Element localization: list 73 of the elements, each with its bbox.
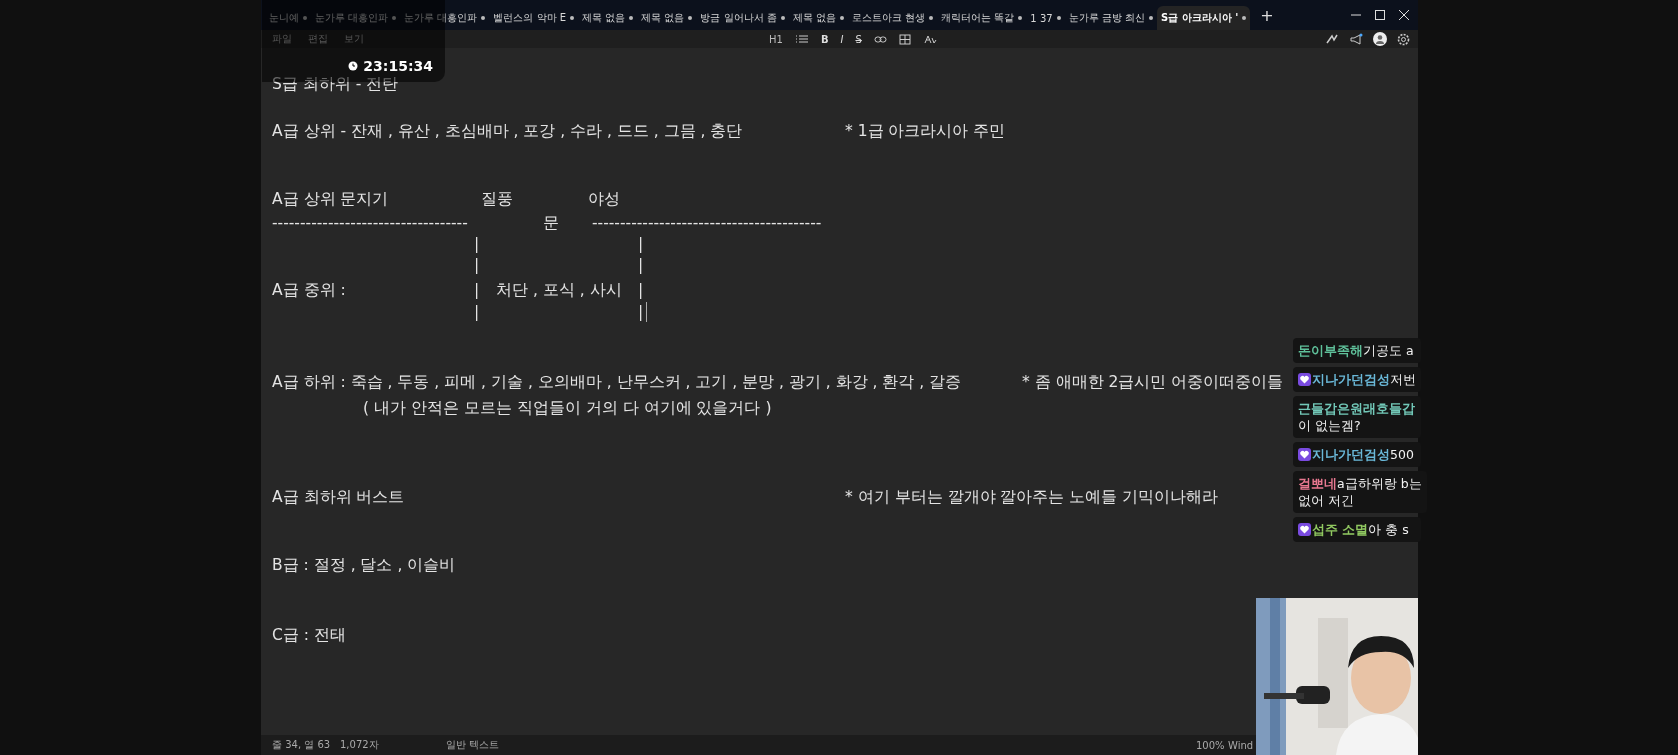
list-icon[interactable] — [794, 34, 809, 44]
cursor-position: 줄 34, 열 63 — [272, 738, 332, 752]
text-line: | — [638, 235, 644, 253]
tab[interactable]: 캐릭터어는 똑같 — [937, 6, 1027, 30]
text-line: ----------------------------------------- — [592, 214, 822, 232]
file-format: 일반 텍스트 — [446, 738, 501, 752]
text-line: 문 — [543, 212, 560, 234]
text-line: | — [474, 256, 481, 274]
avatar-icon[interactable] — [1373, 32, 1387, 46]
tab[interactable]: S급 아크라시아 ' — [1157, 6, 1251, 30]
table-icon[interactable] — [898, 33, 911, 45]
italic-button[interactable]: I — [840, 33, 844, 45]
text-line: * 좀 애매한 2급시민 어중이떠중이들 — [1022, 371, 1284, 393]
chat-username[interactable]: 섭주 소멸 — [1312, 522, 1369, 537]
chat-text: 없어 저긴 — [1298, 492, 1355, 509]
chat-text: 기공도 a — [1363, 343, 1414, 358]
text-line: | — [474, 281, 481, 299]
close-icon[interactable] — [1398, 9, 1410, 21]
text-line: | — [474, 303, 481, 321]
tab[interactable]: 방금 일어나서 좀 — [696, 6, 789, 30]
tab[interactable]: 눈가루 대흥인파 — [400, 6, 490, 30]
tab[interactable]: 제목 없음 — [578, 6, 638, 30]
text-line: A급 상위 - 잔재 , 유산 , 초심배마 , 포강 , 수라 , 드드 , 그믐 , 충단 — [272, 120, 744, 142]
tab[interactable]: 눈가루 대흥인파 — [311, 6, 401, 30]
spellcheck-icon[interactable] — [922, 33, 937, 45]
heading-button[interactable]: H1 — [769, 33, 783, 45]
clock-icon[interactable] — [348, 61, 359, 71]
text-line: A급 하위 : 죽습 , 두동 , 피메 , 기술 , 오의배마 , 난무스커 , 고기 , 분망 , 광기 , 화강 , 환각 , 갈증 — [272, 371, 963, 393]
tab[interactable]: 벨런스의 악마 E — [489, 6, 579, 30]
text-line: 야성 — [588, 188, 620, 210]
megaphone-icon[interactable] — [1349, 33, 1363, 45]
chat-text: 이 없는겜? — [1298, 417, 1362, 434]
new-tab-button[interactable]: + — [1260, 5, 1274, 25]
text-line: * 1급 아크라시아 주민 — [845, 120, 1006, 142]
text-line: C급 : 전태 — [272, 624, 346, 646]
text-line: 처단 , 포식 , 사시 — [496, 279, 623, 301]
character-count: 1,072자 — [340, 738, 380, 752]
tab[interactable]: 로스트아크 현생 — [848, 6, 938, 30]
text-line: A급 최하위 버스트 — [272, 486, 406, 508]
chat-username[interactable]: 걸뽀네 — [1298, 476, 1337, 491]
link-icon[interactable] — [873, 33, 887, 45]
settings-icon[interactable] — [1397, 32, 1410, 46]
line-ending: Wind — [1228, 739, 1254, 751]
tab[interactable]: 제목 없음 — [788, 6, 848, 30]
tab[interactable]: 1 37 — [1026, 6, 1065, 30]
chat-text: 500 — [1390, 447, 1414, 462]
text-line: | — [474, 235, 481, 253]
tab[interactable]: 눈가루 금방 최신 — [1064, 6, 1157, 30]
chat-username[interactable]: 근들갑은원래호들갑 — [1298, 401, 1415, 416]
chat-text: a급하위랑 b는 — [1337, 476, 1422, 491]
chat-text: 저번 — [1390, 372, 1416, 387]
zoom-level: 100% — [1196, 739, 1226, 751]
chat-text: 아 충 s — [1368, 522, 1409, 537]
text-line: 질풍 — [481, 188, 514, 210]
text-line: ( 내가 안적은 모르는 직업들이 거의 다 여기에 있을거다 ) — [363, 397, 772, 419]
text-line: | — [638, 281, 644, 299]
text-line: A급 상위 문지기 — [272, 188, 390, 210]
text-line: S급 최하위 - 전탄 — [272, 73, 399, 95]
tab[interactable]: 눈니예 — [265, 6, 311, 30]
text-line: B급 : 절정 , 달소 , 이슬비 — [272, 554, 456, 576]
text-line: A급 중위 : — [272, 279, 347, 301]
bold-button[interactable]: B — [820, 33, 829, 45]
chat-username[interactable]: 지나가던검성 — [1312, 372, 1390, 387]
text-line: | — [638, 303, 644, 321]
text-line: | — [638, 256, 644, 274]
clock-time: 23:15:34 — [363, 58, 433, 74]
tab[interactable]: 제목 없음 — [637, 6, 697, 30]
chat-username[interactable]: 돈이부족해 — [1298, 343, 1363, 358]
maximize-icon[interactable] — [1374, 9, 1386, 21]
text-line: * 여기 부터는 깔개야 깔아주는 노예들 기믹이나해라 — [845, 486, 1219, 508]
chat-username[interactable]: 지나가던검성 — [1312, 447, 1390, 462]
text-line: ----------------------------------- — [272, 214, 469, 232]
strikethrough-button[interactable]: S — [855, 33, 862, 45]
